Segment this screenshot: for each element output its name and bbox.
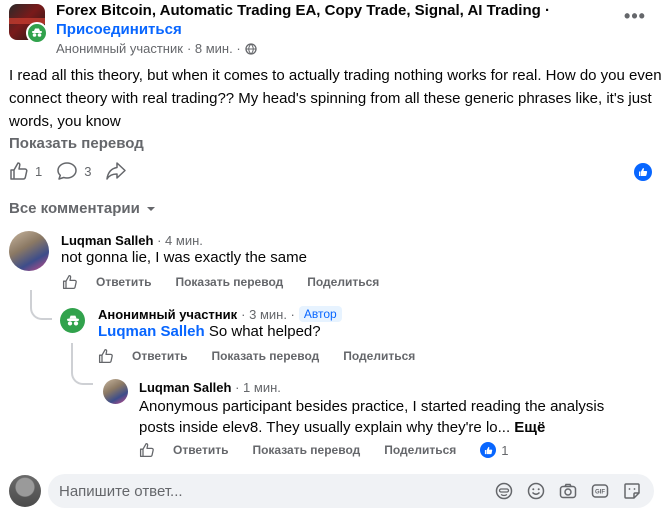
comment-header: Анонимный участник · 3 мин. · Автор [98,306,342,322]
svg-text:GIF: GIF [595,490,605,496]
comment-time[interactable]: · 3 мин. · [241,307,295,322]
thread-connector [30,290,52,320]
comment-time[interactable]: · 4 мин. [157,233,203,248]
comment-author[interactable]: Luqman Salleh [61,233,153,248]
comment-button[interactable]: 3 [56,161,91,181]
share-button[interactable]: Поделиться [343,349,415,363]
anonymous-badge-icon [26,22,48,44]
comments-filter-label: Все комментарии [9,200,140,217]
comment-author[interactable]: Анонимный участник [98,307,237,322]
join-group-link[interactable]: Присоединиться [56,21,182,38]
reply-composer: GIF [48,474,654,508]
comment-time[interactable]: · 1 мин. [235,380,281,395]
comment-author[interactable]: Luqman Salleh [139,380,231,395]
reply-button[interactable]: Ответить [96,275,151,289]
comment-actions: Ответить Показать перевод Поделиться [98,348,439,364]
thread-connector [71,343,93,385]
comments-filter-dropdown[interactable]: Все комментарии [9,200,156,217]
comment-like-count[interactable]: 1 [480,442,509,458]
like-icon[interactable] [98,348,114,364]
comment-text: not gonna lie, I was exactly the same [61,249,307,266]
post-author: Анонимный участник [56,41,183,56]
commenter-avatar[interactable] [9,231,49,271]
globe-icon [245,42,257,55]
see-more-link[interactable]: Ещё [514,419,545,436]
post-time[interactable]: · 8 мин. · [187,41,241,56]
show-translation-button[interactable]: Показать перевод [211,349,319,363]
emoji-icon[interactable] [526,481,546,501]
comment-count: 3 [84,163,92,179]
show-translation-button[interactable]: Показать перевод [252,443,360,457]
current-user-avatar[interactable] [9,475,41,507]
comment-text: Anonymous participant besides practice, … [139,396,609,438]
reply-button[interactable]: Ответить [173,443,228,457]
post-meta: Анонимный участник · 8 мин. · [56,41,257,56]
composer-toolbar: GIF [494,481,654,501]
show-translation-link[interactable]: Показать перевод [9,135,144,152]
avatar-sticker-icon[interactable] [494,481,514,501]
post-reaction-bar: 1 3 [9,161,141,181]
like-icon[interactable] [139,442,155,458]
comment-header: Luqman Salleh · 1 мин. [139,380,281,395]
like-reaction-icon [480,442,497,458]
chevron-down-icon [146,205,156,213]
like-count: 1 [501,442,509,458]
like-count: 1 [35,163,43,179]
sticker-icon[interactable] [622,481,642,501]
share-button[interactable]: Поделиться [384,443,456,457]
comment-actions: Ответить Показать перевод Поделиться [62,274,403,290]
camera-icon[interactable] [558,481,578,501]
comment-icon [56,161,78,181]
gif-icon[interactable]: GIF [590,481,610,501]
comment-body: So what helped? [204,323,321,340]
comment-text: Luqman Salleh So what helped? [98,323,321,340]
share-icon [105,161,127,181]
commenter-avatar[interactable] [103,379,128,404]
author-badge: Автор [298,306,342,322]
anonymous-avatar-icon[interactable] [60,308,85,333]
more-options-icon[interactable]: ••• [623,7,647,25]
group-name-link[interactable]: Forex Bitcoin, Automatic Trading EA, Cop… [56,2,550,19]
share-button[interactable]: Поделиться [307,275,379,289]
like-reaction-icon[interactable] [634,163,652,181]
share-button[interactable] [105,161,127,181]
like-icon[interactable] [62,274,78,290]
like-button[interactable]: 1 [9,161,42,181]
post-body: I read all this theory, but when it come… [9,67,662,130]
show-translation-button[interactable]: Показать перевод [175,275,283,289]
reply-input[interactable] [59,482,494,500]
reply-button[interactable]: Ответить [132,349,187,363]
mention-link[interactable]: Luqman Salleh [98,323,205,340]
comment-actions: Ответить Показать перевод Поделиться 1 [139,442,509,458]
like-icon [9,161,29,181]
comment-header: Luqman Salleh · 4 мин. [61,233,203,248]
